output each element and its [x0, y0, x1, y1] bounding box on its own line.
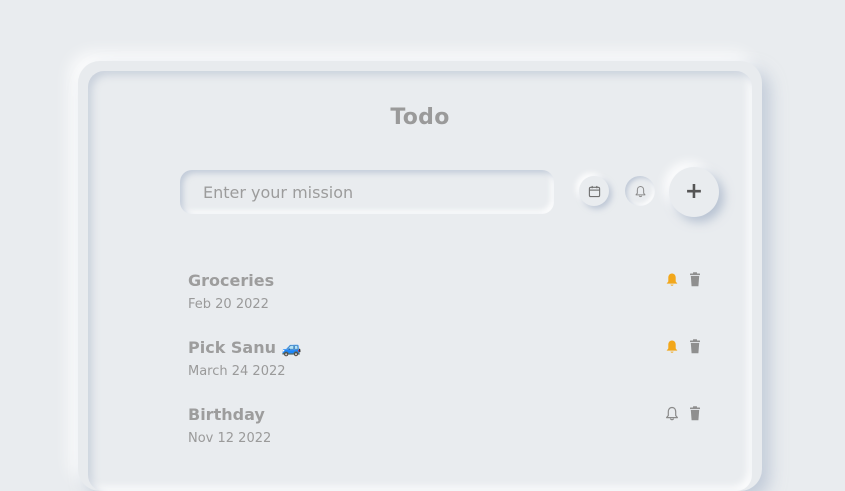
page-title: Todo — [390, 105, 450, 130]
task-item[interactable]: Groceries Feb 20 2022 — [188, 271, 708, 331]
mission-input-wrapper[interactable] — [180, 170, 554, 214]
bell-icon[interactable] — [663, 405, 680, 422]
bell-icon[interactable] — [663, 338, 680, 355]
reminder-button[interactable] — [625, 176, 655, 206]
trash-icon[interactable] — [686, 405, 703, 422]
task-date: Feb 20 2022 — [188, 297, 269, 312]
task-date: March 24 2022 — [188, 364, 286, 379]
app-card: Todo + Groceries Feb 20 2022 — [78, 61, 762, 491]
calendar-icon — [588, 185, 600, 197]
task-item[interactable]: Pick Sanu 🚙 March 24 2022 — [188, 338, 708, 398]
add-task-button[interactable]: + — [669, 167, 719, 217]
trash-icon[interactable] — [686, 338, 703, 355]
plus-icon: + — [684, 179, 704, 204]
trash-icon[interactable] — [686, 271, 703, 288]
app-panel: Todo + Groceries Feb 20 2022 — [88, 71, 752, 491]
bell-icon[interactable] — [663, 271, 680, 288]
task-title: Groceries — [188, 271, 275, 290]
mission-input[interactable] — [201, 181, 554, 203]
task-title: Birthday — [188, 405, 265, 424]
task-title: Pick Sanu 🚙 — [188, 338, 302, 357]
bell-icon — [635, 185, 645, 197]
calendar-button[interactable] — [579, 176, 609, 206]
task-item[interactable]: Birthday Nov 12 2022 — [188, 405, 708, 465]
task-date: Nov 12 2022 — [188, 431, 272, 446]
